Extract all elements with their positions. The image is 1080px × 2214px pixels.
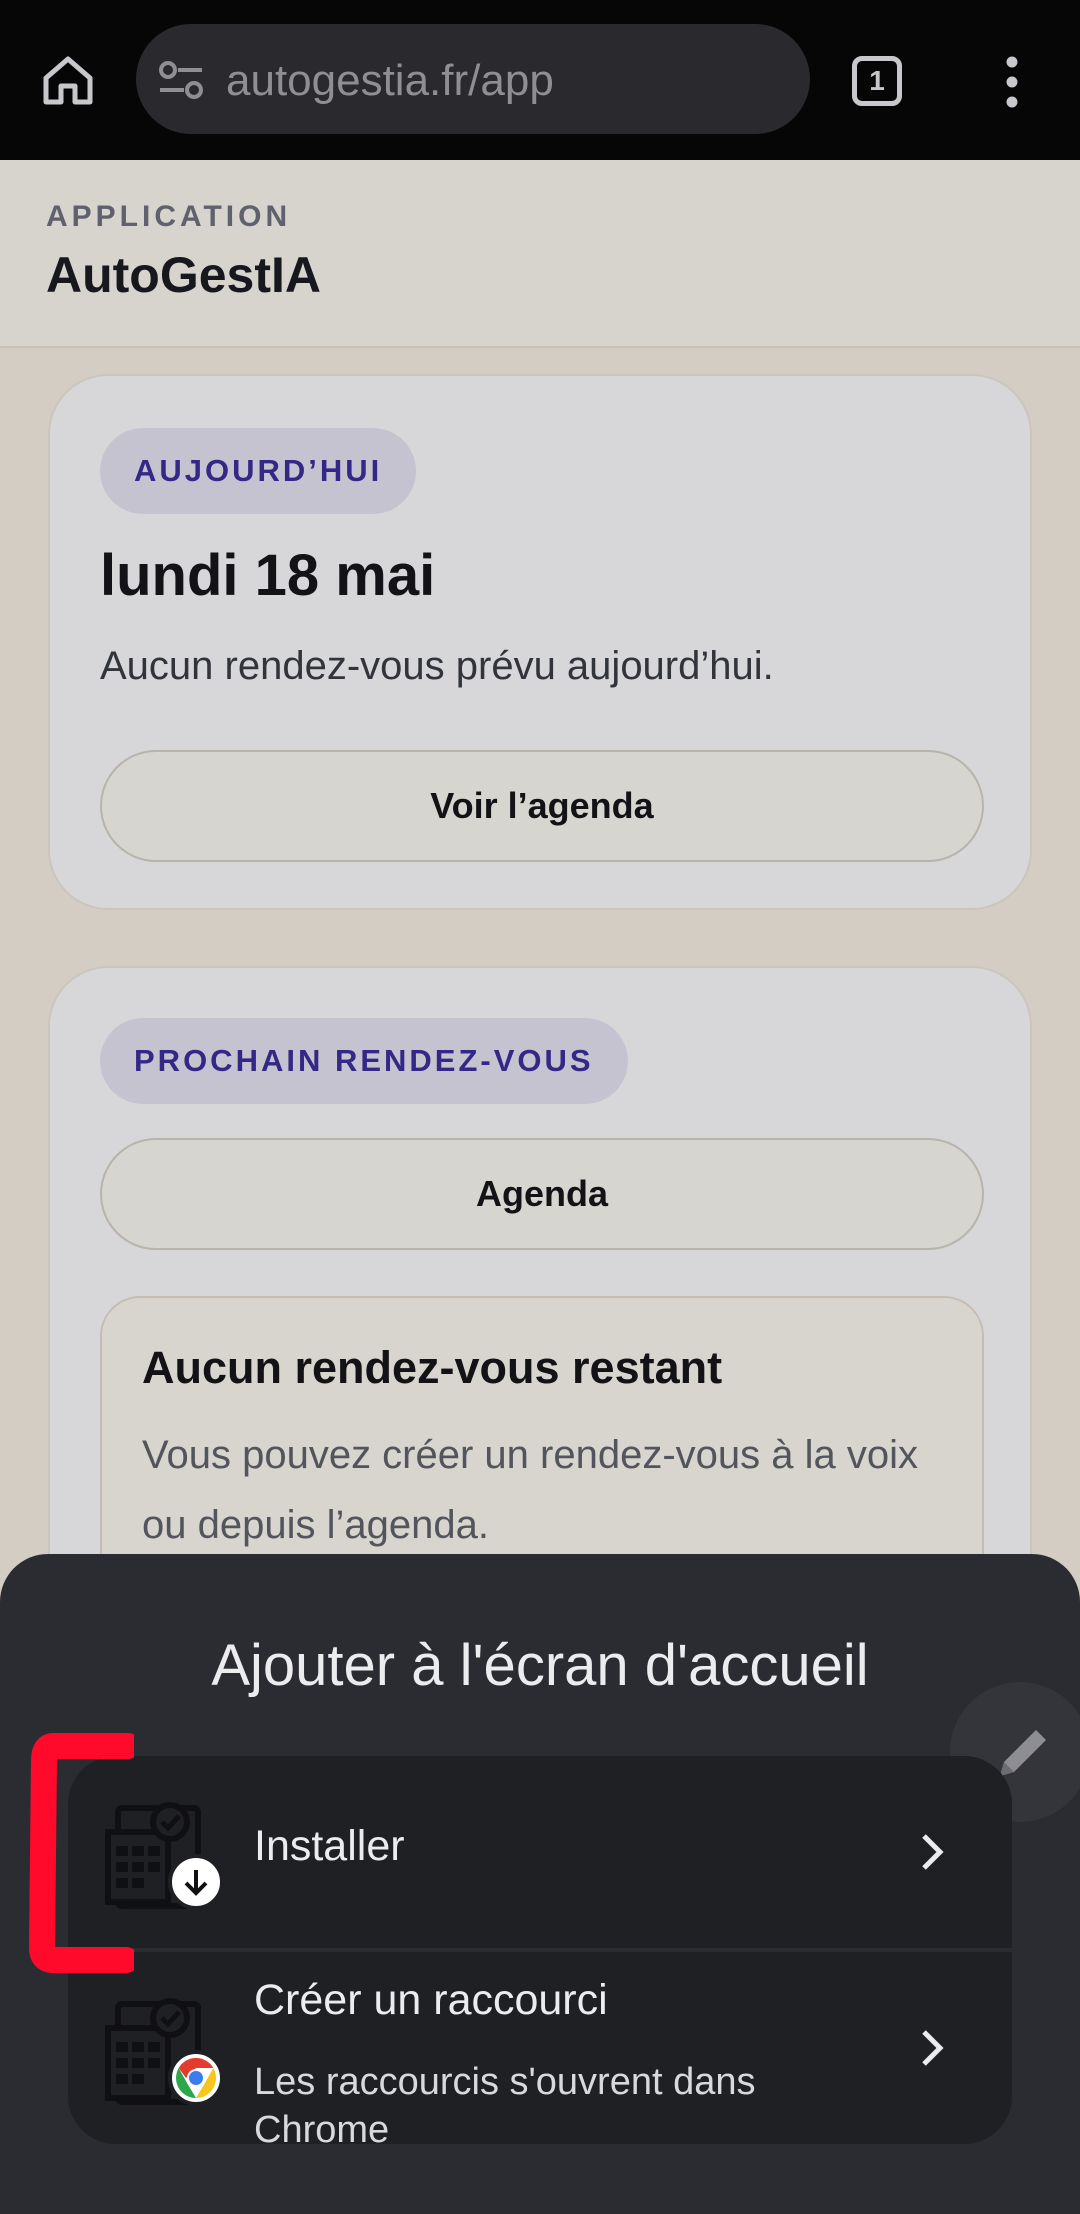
create-shortcut-label: Créer un raccourci — [254, 1976, 608, 2024]
chrome-icon — [168, 2050, 224, 2106]
chevron-right-icon — [922, 1834, 944, 1870]
url-text: autogestia.fr/app — [226, 56, 554, 105]
annotation-bracket — [29, 1733, 134, 1973]
create-shortcut-subtitle: Les raccourcis s'ouvrent dans Chrome — [254, 2061, 756, 2144]
chevron-right-icon — [922, 2030, 944, 2066]
create-shortcut-option[interactable]: Créer un raccourci Les raccourcis s'ouvr… — [68, 1952, 1012, 2144]
browser-toolbar: autogestia.fr/app 1 — [0, 0, 1080, 160]
home-icon[interactable] — [38, 50, 98, 110]
install-label: Installer — [254, 1822, 405, 1870]
sheet-title: Ajouter à l'écran d'accueil — [211, 1633, 869, 1698]
more-options-icon[interactable] — [990, 52, 1034, 112]
site-settings-icon[interactable] — [158, 60, 204, 100]
download-icon — [168, 1854, 224, 1910]
address-bar[interactable]: autogestia.fr/app — [136, 24, 810, 134]
install-option[interactable]: Installer — [68, 1756, 1012, 1948]
tab-switcher-button[interactable]: 1 — [852, 56, 902, 106]
add-to-home-sheet: Ajouter à l'écran d'accueil Installer Cr… — [0, 1554, 1080, 2214]
install-options: Installer Créer un raccourci Les raccour… — [68, 1756, 1012, 2144]
